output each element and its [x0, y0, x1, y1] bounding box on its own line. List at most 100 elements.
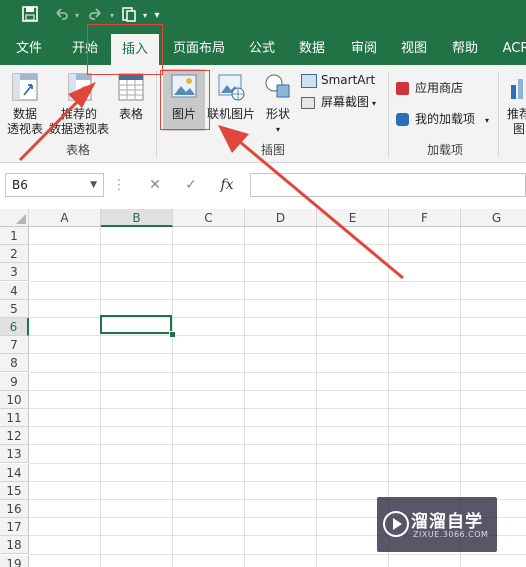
row-header-7[interactable]: 7: [0, 336, 29, 355]
grid-line: [29, 280, 526, 282]
formula-input[interactable]: [250, 173, 526, 197]
row-header-14[interactable]: 14: [0, 463, 29, 482]
tab-help[interactable]: 帮助: [443, 32, 487, 65]
row-header-2[interactable]: 2: [0, 245, 29, 264]
undo-dropdown-icon[interactable]: ▾: [72, 6, 82, 26]
tables-group-label: 表格: [65, 143, 90, 157]
column-header-c[interactable]: C: [173, 209, 245, 227]
store-label: 应用商店: [415, 81, 464, 95]
row-header-1[interactable]: 1: [0, 227, 29, 245]
tab-page-layout[interactable]: 页面布局: [166, 32, 232, 65]
column-header-g[interactable]: G: [461, 209, 526, 227]
pivot-table-label-2: 透视表: [6, 122, 43, 136]
screenshot-label: 屏幕截图: [321, 95, 370, 109]
tab-review[interactable]: 审阅: [342, 32, 386, 65]
redo-icon[interactable]: [85, 6, 107, 26]
tab-formulas[interactable]: 公式: [240, 32, 284, 65]
screenshot-button[interactable]: 屏幕截图 ▾: [301, 93, 376, 111]
row-header-6[interactable]: 6: [0, 318, 29, 336]
customize-icon[interactable]: ▾: [150, 6, 164, 26]
row-header-12[interactable]: 12: [0, 427, 29, 446]
column-header-f[interactable]: F: [389, 209, 461, 227]
column-header-d[interactable]: D: [245, 209, 317, 227]
grid-line: [29, 408, 526, 409]
formula-bar-grip-icon: ⋮: [112, 177, 126, 193]
group-separator: [156, 71, 157, 157]
grid-line: [29, 262, 526, 264]
tab-view[interactable]: 视图: [392, 32, 436, 65]
grid-line: [29, 335, 526, 337]
column-header-e[interactable]: E: [317, 209, 389, 227]
recommended-pivot-label-2: 数据透视表: [48, 122, 109, 136]
table-label: 表格: [118, 107, 143, 121]
confirm-entry-button[interactable]: ✓: [176, 173, 206, 197]
grid-line: [244, 227, 245, 567]
store-button[interactable]: 应用商店: [396, 79, 463, 97]
row-header-10[interactable]: 10: [0, 390, 29, 409]
cancel-entry-button[interactable]: ✕: [140, 173, 170, 197]
grid-line: [29, 462, 526, 464]
fill-handle[interactable]: [169, 331, 176, 338]
row-header-3[interactable]: 3: [0, 263, 29, 282]
tab-acrobat[interactable]: ACR: [496, 32, 526, 65]
row-header-15[interactable]: 15: [0, 481, 29, 500]
table-button[interactable]: 表格: [112, 71, 150, 122]
save-icon[interactable]: [20, 6, 40, 26]
pivot-table-button[interactable]: 数据 透视表: [4, 71, 46, 137]
smartart-button[interactable]: SmartArt: [301, 71, 375, 89]
row-header-9[interactable]: 9: [0, 372, 29, 391]
illustrations-group-label: 插图: [260, 143, 285, 157]
pivot-table-label: 数据: [12, 107, 37, 121]
my-addins-button[interactable]: 我的加载项 ▾: [396, 110, 489, 128]
grid-line: [29, 389, 526, 391]
row-header-8[interactable]: 8: [0, 354, 29, 373]
recommended-charts-label-2: 图: [512, 122, 525, 136]
online-pictures-button[interactable]: 联机图片: [205, 71, 257, 122]
grid-line: [29, 353, 526, 355]
active-cell-b6[interactable]: [100, 315, 172, 334]
redo-dropdown-icon[interactable]: ▾: [107, 6, 117, 26]
recommended-pivot-button[interactable]: 推荐的 数据透视表: [48, 71, 110, 137]
highlight-box-picture: [160, 70, 210, 130]
grid-line: [29, 244, 526, 246]
tab-file[interactable]: 文件: [6, 32, 52, 65]
group-separator: [388, 71, 389, 157]
my-addins-icon: [396, 113, 409, 126]
recommended-pivot-label: 推荐的: [60, 107, 97, 121]
my-addins-dropdown-icon: ▾: [485, 116, 490, 125]
shapes-dropdown-icon: ▾: [275, 125, 280, 134]
grid-line: [29, 426, 526, 428]
select-all-corner[interactable]: [0, 209, 29, 227]
undo-icon[interactable]: [50, 6, 72, 26]
name-box[interactable]: B6 ▼: [5, 173, 104, 197]
smartart-label: SmartArt: [321, 73, 376, 87]
recommended-charts-icon: [511, 79, 523, 99]
clipboard-dropdown-icon[interactable]: ▾: [140, 6, 150, 26]
row-header-4[interactable]: 4: [0, 281, 29, 300]
clipboard-icon[interactable]: [118, 6, 140, 26]
row-header-19[interactable]: 19: [0, 554, 29, 567]
insert-function-button[interactable]: fx: [212, 173, 242, 197]
grid-line: [316, 227, 317, 567]
column-header-b[interactable]: B: [101, 209, 173, 227]
ribbon-tabs: 文件 开始 插入 页面布局 公式 数据 审阅 视图 帮助 ACR: [0, 32, 526, 65]
formula-bar: B6 ▼ ⋮ ✕ ✓ fx: [0, 163, 526, 208]
shapes-icon: [265, 74, 290, 98]
shapes-button[interactable]: 形状 ▾: [259, 71, 297, 137]
tab-data[interactable]: 数据: [290, 32, 334, 65]
watermark-brand: 溜溜自学: [411, 512, 483, 532]
row-header-13[interactable]: 13: [0, 445, 29, 464]
row-header-17[interactable]: 17: [0, 518, 29, 537]
watermark-logo: 溜溜自学 ZIXUE.3066.COM: [377, 497, 497, 552]
row-header-11[interactable]: 11: [0, 409, 29, 427]
grid-line: [29, 553, 526, 555]
column-header-a[interactable]: A: [29, 209, 101, 227]
table-icon: [118, 73, 144, 101]
row-header-18[interactable]: 18: [0, 536, 29, 555]
row-header-5[interactable]: 5: [0, 299, 29, 318]
row-header-16[interactable]: 16: [0, 500, 29, 518]
grid-line: [29, 371, 526, 373]
name-box-dropdown-icon[interactable]: ▼: [90, 174, 97, 196]
highlight-box-insert-tab: [87, 24, 163, 75]
recommended-charts-button[interactable]: 推荐 图: [504, 71, 526, 137]
